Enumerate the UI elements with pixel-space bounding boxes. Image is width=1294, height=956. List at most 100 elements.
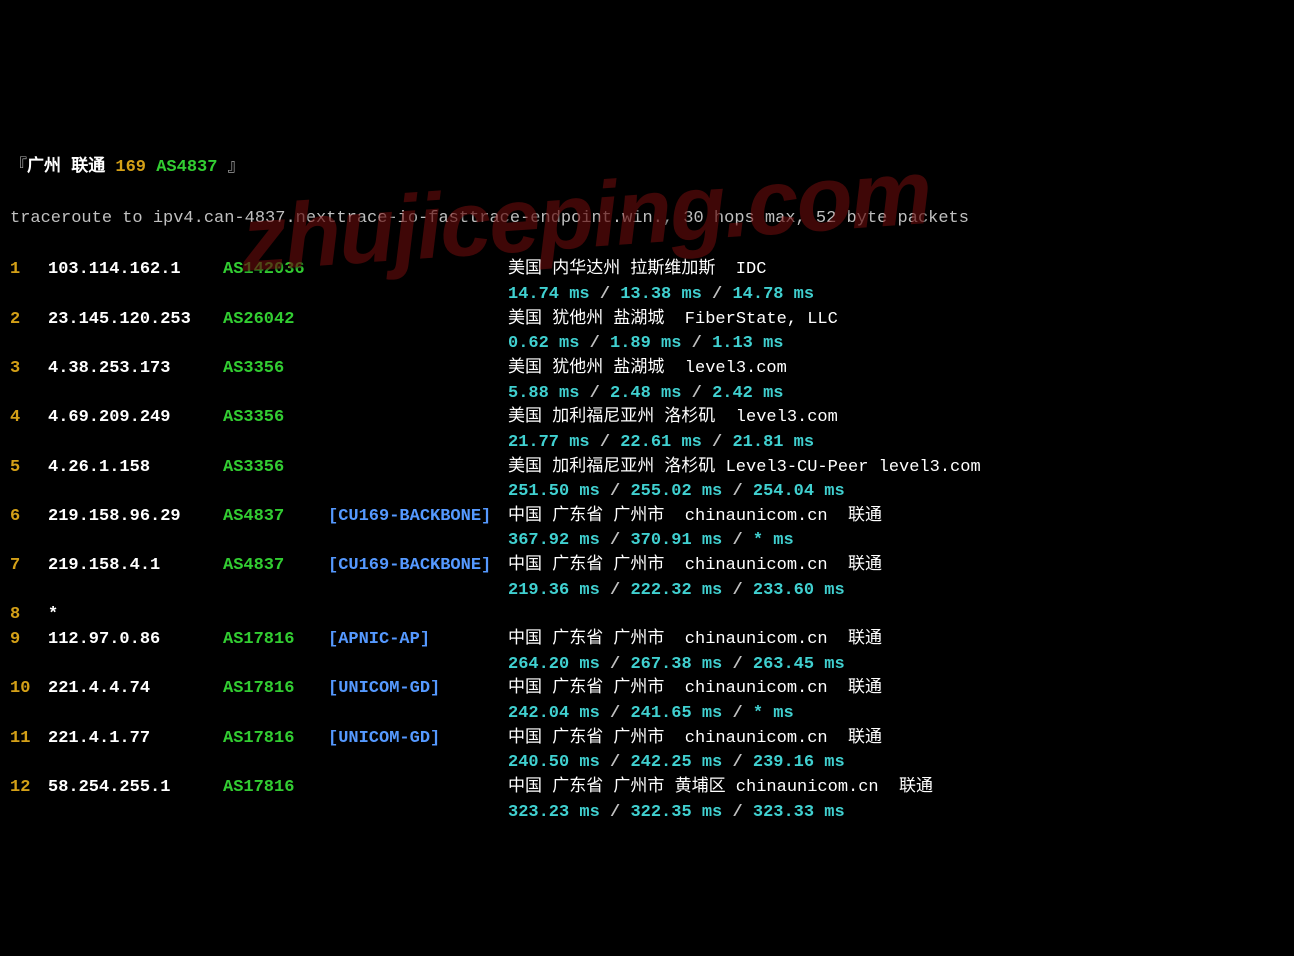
hop-latency: 0.62 ms / 1.89 ms / 1.13 ms (508, 332, 783, 353)
hop-details: 美国 犹他州 盐湖城 FiberState, LLC (508, 308, 838, 333)
latency-separator: / (600, 581, 631, 600)
hop-row: 54.26.1.158AS3356美国 加利福尼亚州 洛杉矶 Level3-CU… (10, 456, 1284, 481)
hop-latency-row: 264.20 ms / 267.38 ms / 263.45 ms (10, 653, 1284, 678)
header-isp: 联通 (71, 158, 105, 177)
latency-value: 255.02 ms (630, 482, 722, 501)
latency-separator: / (702, 433, 733, 452)
hop-latency: 219.36 ms / 222.32 ms / 233.60 ms (508, 579, 845, 600)
header-as: AS4837 (156, 158, 217, 177)
hop-location: 中国 广东省 广州市 黄埔区 chinaunicom.cn 联通 (508, 778, 933, 797)
latency-separator: / (600, 655, 631, 674)
hop-location: 美国 加利福尼亚州 洛杉矶 level3.com (508, 408, 838, 427)
hop-number: 3 (10, 357, 48, 382)
hop-row: 223.145.120.253AS26042 美国 犹他州 盐湖城 FiberSt… (10, 308, 1284, 333)
hop-latency-row: 5.88 ms / 2.48 ms / 2.42 ms (10, 382, 1284, 407)
latency-value: 370.91 ms (630, 531, 722, 550)
latency-separator: / (681, 334, 712, 353)
hop-tag: [CU169-BACKBONE] (328, 554, 508, 579)
hop-tag: [UNICOM-GD] (328, 727, 508, 752)
hops-container: 1103.114.162.1AS142036 美国 内华达州 拉斯维加斯 IDC 1… (10, 258, 1284, 825)
latency-value: 241.65 ms (630, 704, 722, 723)
latency-separator: / (600, 482, 631, 501)
trace-header: 『广州 联通 169 AS4837 』 (10, 156, 1284, 181)
hop-ip: 103.114.162.1 (48, 258, 223, 283)
hop-location: 美国 内华达州 拉斯维加斯 IDC (508, 260, 766, 279)
hop-number: 1 (10, 258, 48, 283)
hop-ip: 221.4.4.74 (48, 677, 223, 702)
hop-location: 美国 犹他州 盐湖城 level3.com (508, 359, 787, 378)
hop-details: 中国 广东省 广州市 chinaunicom.cn 联通 (508, 554, 882, 579)
hop-ip: 221.4.1.77 (48, 727, 223, 752)
hop-number: 8 (10, 603, 48, 628)
latency-separator: / (600, 531, 631, 550)
hop-latency-row: 367.92 ms / 370.91 ms / * ms (10, 529, 1284, 554)
bracket-close: 』 (228, 158, 245, 177)
hop-details: 中国 广东省 广州市 chinaunicom.cn 联通 (508, 727, 882, 752)
hop-ip: 4.26.1.158 (48, 456, 223, 481)
hop-number: 4 (10, 406, 48, 431)
latency-value: 14.74 ms (508, 285, 590, 304)
latency-value: * ms (753, 704, 794, 723)
latency-separator: / (722, 803, 753, 822)
hop-as: AS142036 (223, 258, 328, 283)
hop-ip: 219.158.4.1 (48, 554, 223, 579)
latency-separator: / (590, 285, 621, 304)
hop-latency: 240.50 ms / 242.25 ms / 239.16 ms (508, 751, 845, 772)
hop-ip: 4.69.209.249 (48, 406, 223, 431)
latency-separator: / (681, 384, 712, 403)
hop-number: 11 (10, 727, 48, 752)
latency-value: 242.04 ms (508, 704, 600, 723)
hop-latency-row: 242.04 ms / 241.65 ms / * ms (10, 702, 1284, 727)
hop-number: 12 (10, 776, 48, 801)
hop-row: 8* (10, 603, 1284, 628)
hop-latency: 323.23 ms / 322.35 ms / 323.33 ms (508, 801, 845, 822)
hop-latency: 21.77 ms / 22.61 ms / 21.81 ms (508, 431, 814, 452)
latency-separator: / (579, 334, 610, 353)
hop-details: 中国 广东省 广州市 黄埔区 chinaunicom.cn 联通 (508, 776, 933, 801)
hop-ip: * (48, 603, 223, 628)
hop-latency-row: 21.77 ms / 22.61 ms / 21.81 ms (10, 431, 1284, 456)
hop-latency-row: 219.36 ms / 222.32 ms / 233.60 ms (10, 579, 1284, 604)
hop-as: AS26042 (223, 308, 328, 333)
hop-latency: 264.20 ms / 267.38 ms / 263.45 ms (508, 653, 845, 674)
hop-ip: 112.97.0.86 (48, 628, 223, 653)
hop-latency-row: 251.50 ms / 255.02 ms / 254.04 ms (10, 480, 1284, 505)
latency-value: 1.89 ms (610, 334, 681, 353)
hop-as: AS4837 (223, 505, 328, 530)
hop-as: AS3356 (223, 357, 328, 382)
hop-as: AS4837 (223, 554, 328, 579)
latency-value: 239.16 ms (753, 753, 845, 772)
hop-number: 2 (10, 308, 48, 333)
hop-ip: 58.254.255.1 (48, 776, 223, 801)
hop-tag: [UNICOM-GD] (328, 677, 508, 702)
hop-as: AS17816 (223, 727, 328, 752)
latency-value: 21.81 ms (732, 433, 814, 452)
latency-value: 251.50 ms (508, 482, 600, 501)
hop-latency-row: 0.62 ms / 1.89 ms / 1.13 ms (10, 332, 1284, 357)
latency-value: 322.35 ms (630, 803, 722, 822)
hop-details: 美国 内华达州 拉斯维加斯 IDC (508, 258, 766, 283)
hop-row: 7219.158.4.1AS4837[CU169-BACKBONE]中国 广东省… (10, 554, 1284, 579)
latency-separator: / (702, 285, 733, 304)
header-location: 广州 (27, 158, 61, 177)
hop-number: 9 (10, 628, 48, 653)
latency-value: * ms (753, 531, 794, 550)
hop-row: 11221.4.1.77AS17816[UNICOM-GD]中国 广东省 广州市… (10, 727, 1284, 752)
latency-value: 13.38 ms (620, 285, 702, 304)
latency-value: 22.61 ms (620, 433, 702, 452)
hop-row: 1258.254.255.1AS17816中国 广东省 广州市 黄埔区 chin… (10, 776, 1284, 801)
hop-latency: 14.74 ms / 13.38 ms / 14.78 ms (508, 283, 814, 304)
latency-value: 233.60 ms (753, 581, 845, 600)
hop-latency-row: 14.74 ms / 13.38 ms / 14.78 ms (10, 283, 1284, 308)
latency-separator: / (579, 384, 610, 403)
latency-separator: / (722, 531, 753, 550)
hop-ip: 23.145.120.253 (48, 308, 223, 333)
hop-number: 6 (10, 505, 48, 530)
hop-latency: 367.92 ms / 370.91 ms / * ms (508, 529, 794, 550)
hop-ip: 4.38.253.173 (48, 357, 223, 382)
latency-value: 267.38 ms (630, 655, 722, 674)
latency-separator: / (600, 704, 631, 723)
hop-latency-row: 323.23 ms / 322.35 ms / 323.33 ms (10, 801, 1284, 826)
hop-row: 44.69.209.249AS3356美国 加利福尼亚州 洛杉矶 level3.… (10, 406, 1284, 431)
latency-value: 264.20 ms (508, 655, 600, 674)
